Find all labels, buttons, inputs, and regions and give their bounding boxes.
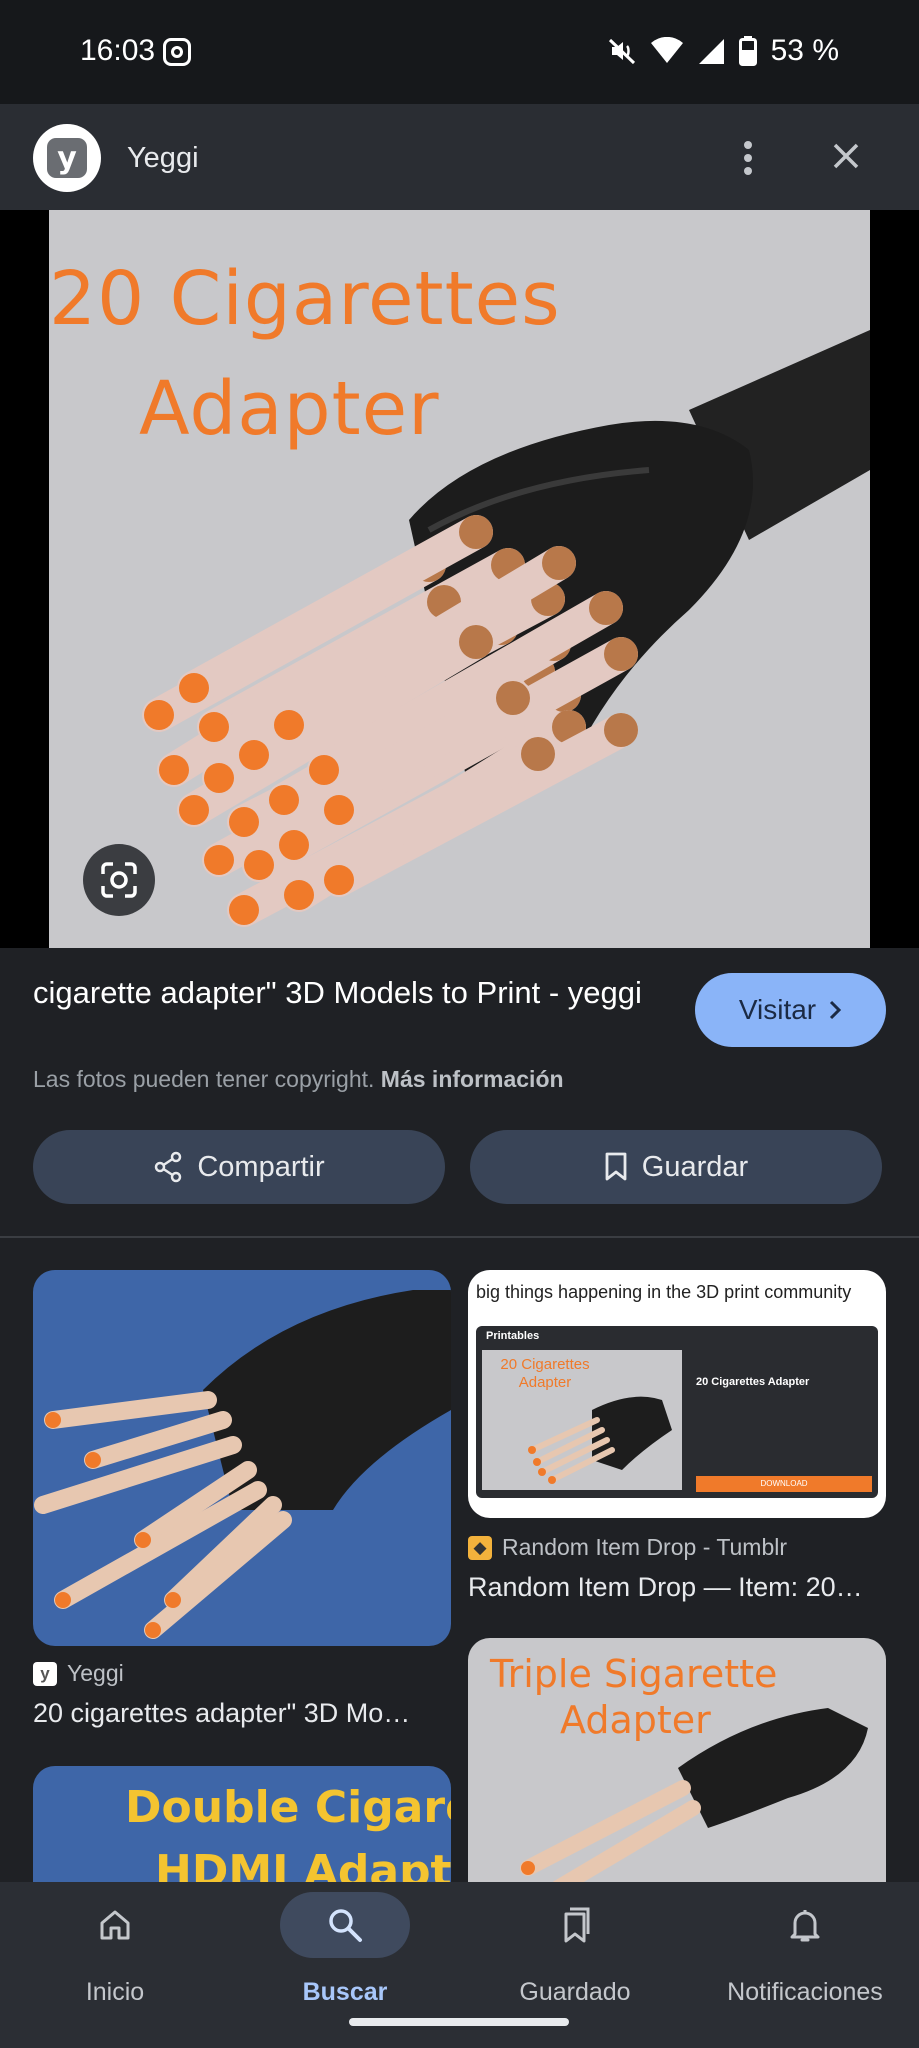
thumb-text-line1: Double Cigarett: [125, 1782, 451, 1833]
mock-image: 20 Cigarettes Adapter: [482, 1350, 682, 1490]
nav-label: Buscar: [302, 1978, 388, 2006]
save-label: Guardar: [641, 1150, 749, 1183]
source-title: Yeggi: [127, 142, 199, 174]
bookmark-icon: [605, 1152, 627, 1181]
adapter-thumbnail-image: [34, 1290, 451, 1639]
battery-icon: [738, 36, 757, 66]
wifi-icon: [650, 37, 683, 65]
main-image[interactable]: 20 Cigarettes Adapter: [49, 210, 870, 948]
nav-inicio[interactable]: Inicio: [0, 1882, 230, 2022]
related-source-name: Random Item Drop - Tumblr: [502, 1534, 788, 1560]
related-source: ◆ Random Item Drop - Tumblr: [468, 1534, 787, 1561]
bookmarks-icon: [564, 1907, 590, 1943]
search-icon: [329, 1909, 362, 1942]
mute-icon: [607, 36, 637, 66]
triple-adapter-image: [520, 1708, 868, 1896]
instagram-notification-icon: [163, 38, 191, 66]
copyright-text: Las fotos pueden tener copyright.: [33, 1066, 375, 1092]
google-lens-button[interactable]: [83, 844, 155, 916]
mock-adapter-image: [528, 1396, 672, 1484]
tumblr-favicon: ◆: [468, 1535, 492, 1560]
battery-percent: 53 %: [770, 34, 839, 67]
nav-notificaciones[interactable]: Notificaciones: [690, 1882, 919, 2022]
yeggi-logo: y: [33, 124, 101, 192]
thumb-caption: big things happening in the 3D print com…: [476, 1282, 852, 1302]
save-button[interactable]: Guardar: [470, 1130, 882, 1204]
divider: [0, 1236, 919, 1238]
related-title[interactable]: 20 cigarettes adapter" 3D Mo…: [33, 1698, 451, 1729]
nav-icon-container: [510, 1892, 640, 1958]
close-icon: [833, 143, 859, 169]
nav-label: Notificaciones: [727, 1978, 883, 2006]
mock-download-button: DOWNLOAD: [696, 1476, 872, 1492]
bell-icon: [790, 1910, 820, 1942]
mock-title: 20 Cigarettes Adapter: [696, 1376, 810, 1388]
yeggi-favicon: y: [33, 1661, 57, 1686]
main-image-container: 20 Cigarettes Adapter: [0, 210, 919, 948]
related-thumbnail[interactable]: Triple Sigarette Adapter: [468, 1638, 886, 1898]
nav-guardado[interactable]: Guardado: [460, 1882, 690, 2022]
copyright-notice: Las fotos pueden tener copyright. Más in…: [33, 1066, 564, 1093]
related-source: y Yeggi: [33, 1660, 124, 1687]
share-icon: [155, 1151, 182, 1183]
related-thumbnail[interactable]: big things happening in the 3D print com…: [468, 1270, 886, 1518]
close-button[interactable]: [826, 136, 866, 176]
app-header: y Yeggi: [0, 104, 919, 210]
lens-icon: [101, 862, 137, 898]
nav-buscar[interactable]: Buscar: [230, 1882, 460, 2022]
home-indicator: [349, 2018, 569, 2026]
adapter-illustration: [142, 330, 870, 927]
nav-icon-container: [740, 1892, 870, 1958]
nav-icon-container: [50, 1892, 180, 1958]
more-info-link[interactable]: Más información: [381, 1066, 564, 1092]
more-options-button[interactable]: [728, 134, 768, 182]
home-icon: [100, 1910, 130, 1940]
nav-icon-container: [280, 1892, 410, 1958]
yeggi-logo-letter: y: [47, 138, 87, 178]
result-title[interactable]: cigarette adapter" 3D Models to Print - …: [33, 972, 673, 1013]
visit-label: Visitar: [738, 994, 817, 1025]
share-label: Compartir: [197, 1150, 325, 1183]
related-source-name: Yeggi: [67, 1660, 124, 1686]
signal-icon: [697, 37, 725, 65]
related-thumbnail[interactable]: [33, 1270, 451, 1646]
printables-screenshot: Printables 20 Cigarettes Adapter 20 Ciga…: [476, 1326, 878, 1498]
printables-brand: Printables: [486, 1330, 540, 1342]
nav-label: Guardado: [519, 1978, 631, 2006]
status-bar: 16:03 53 %: [0, 0, 919, 104]
visit-button[interactable]: Visitar: [695, 973, 886, 1047]
status-time: 16:03: [80, 34, 156, 67]
chevron-right-icon: [830, 1000, 842, 1020]
status-icons: 53 %: [607, 34, 839, 68]
related-title[interactable]: Random Item Drop — Item: 20…: [468, 1572, 886, 1603]
share-button[interactable]: Compartir: [33, 1130, 445, 1204]
nav-label: Inicio: [85, 1978, 145, 2006]
